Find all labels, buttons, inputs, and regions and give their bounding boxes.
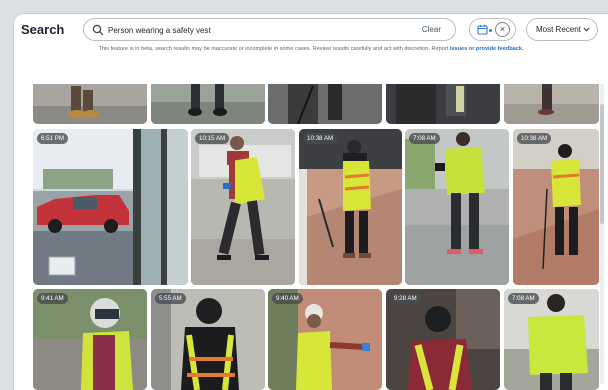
date-filter[interactable]: × <box>469 18 516 41</box>
clear-button[interactable]: Clear <box>422 25 441 34</box>
result-tile[interactable]: 10:38 AM <box>513 129 599 285</box>
result-tile[interactable]: 7:08 AM <box>504 289 599 390</box>
result-tile[interactable]: 9:41 AM <box>33 289 147 390</box>
result-tile[interactable]: 10:15 AM <box>191 129 295 285</box>
active-filter-dot <box>489 29 492 32</box>
scrollbar[interactable] <box>599 84 605 384</box>
timestamp-badge: 10:38 AM <box>517 133 552 144</box>
timestamp-badge: 6:51 PM <box>37 133 69 144</box>
timestamp-badge: 7:08 AM <box>409 133 440 144</box>
timestamp-badge: 7:08 AM <box>508 293 539 304</box>
sort-dropdown[interactable]: Most Recent <box>526 18 598 41</box>
timestamp-badge: 9:28 AM <box>390 293 421 304</box>
result-tile[interactable]: 6:51 PM <box>33 129 188 285</box>
result-tile[interactable]: 5:55 AM <box>151 289 265 390</box>
result-tile[interactable]: 9:28 AM <box>386 289 500 390</box>
result-tile[interactable]: 9:40 AM <box>268 289 382 390</box>
search-header: Search Clear × Most Recent <box>14 14 608 84</box>
close-icon[interactable]: × <box>495 22 510 37</box>
beta-notice-text: This feature is in beta, search results … <box>98 46 450 52</box>
result-tile[interactable]: 7:08 AM <box>405 129 509 285</box>
page-title: Search <box>21 22 65 37</box>
calendar-icon[interactable] <box>477 24 488 35</box>
timestamp-badge: 10:15 AM <box>195 133 230 144</box>
feedback-link[interactable]: issues or provide feedback. <box>450 46 524 52</box>
search-icon <box>92 24 104 36</box>
sort-label: Most Recent <box>536 25 581 34</box>
timestamp-badge: 5:55 AM <box>155 293 186 304</box>
app-window: 6:51 PM 10:15 AM 10:38 AM 7:08 AM 10:38 … <box>14 14 608 390</box>
search-box[interactable]: Clear <box>83 18 456 41</box>
search-input[interactable] <box>108 22 408 38</box>
beta-notice: This feature is in beta, search results … <box>14 46 608 52</box>
chevron-down-icon <box>583 27 590 32</box>
timestamp-badge: 9:40 AM <box>272 293 303 304</box>
timestamp-badge: 9:41 AM <box>37 293 68 304</box>
result-tile[interactable]: 10:38 AM <box>299 129 402 285</box>
timestamp-badge: 10:38 AM <box>303 133 338 144</box>
